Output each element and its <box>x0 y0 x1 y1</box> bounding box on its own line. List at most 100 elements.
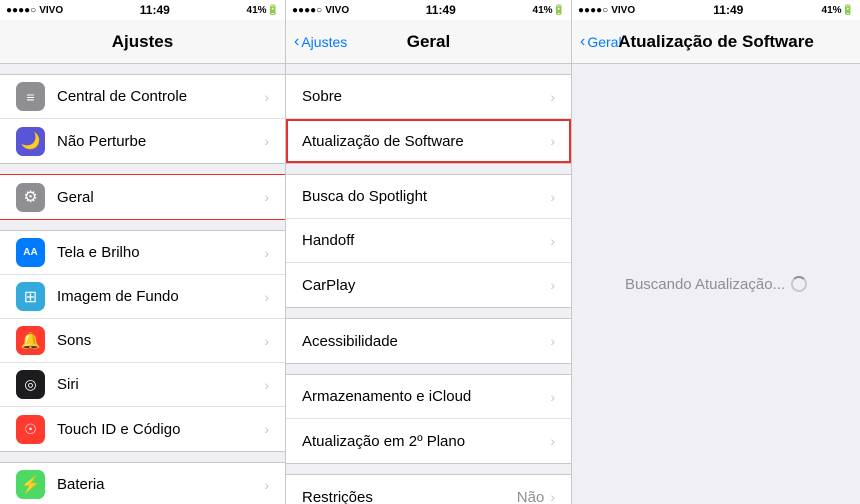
section-armazenamento: Armazenamento e iCloud › Atualização em … <box>286 374 571 464</box>
chevron-icon: › <box>550 489 555 504</box>
chevron-icon: › <box>264 377 269 393</box>
signal-icon-2: ●●●●○ <box>292 5 322 16</box>
chevron-icon: › <box>264 189 269 205</box>
carplay-label: CarPlay <box>302 277 550 294</box>
chevron-icon: › <box>264 333 269 349</box>
back-to-ajustes[interactable]: ‹ Ajustes <box>294 33 347 51</box>
atualizacao-panel: ●●●●○ VIVO 11:49 41%🔋 ‹ Geral Atualizaçã… <box>572 0 860 504</box>
list-item-central-controle[interactable]: ≡ Central de Controle › <box>0 75 285 119</box>
back-to-geral[interactable]: ‹ Geral <box>580 33 622 51</box>
carrier-1: VIVO <box>39 5 63 16</box>
section-sobre: Sobre › Atualização de Software › <box>286 74 571 164</box>
touchid-icon: ☉ <box>16 415 45 444</box>
section-bateria: ⚡ Bateria › ✋ Privacidade › <box>0 462 285 504</box>
nav-title-2: Geral <box>407 32 450 52</box>
chevron-icon: › <box>550 389 555 405</box>
time-2: 11:49 <box>426 3 456 17</box>
armazenamento-label: Armazenamento e iCloud <box>302 388 550 405</box>
atualizacao-plano-label: Atualização em 2º Plano <box>302 433 550 450</box>
spacer <box>0 64 285 74</box>
carrier-3: VIVO <box>611 5 635 16</box>
list-item-geral[interactable]: ⚙ Geral › <box>0 175 285 219</box>
tela-brilho-icon: AA <box>16 238 45 267</box>
loading-text: Buscando Atualização... <box>625 276 785 293</box>
list-item-armazenamento[interactable]: Armazenamento e iCloud › <box>286 375 571 419</box>
spotlight-label: Busca do Spotlight <box>302 188 550 205</box>
restricoes-label: Restrições <box>302 489 517 504</box>
imagem-fundo-icon: ⊞ <box>16 282 45 311</box>
chevron-icon: › <box>550 189 555 205</box>
chevron-icon: › <box>550 333 555 349</box>
list-item-carplay[interactable]: CarPlay › <box>286 263 571 307</box>
chevron-icon: › <box>264 89 269 105</box>
sons-label: Sons <box>57 332 264 349</box>
list-item-restricoes[interactable]: Restrições Não › <box>286 475 571 504</box>
nav-bar-2: ‹ Ajustes Geral <box>286 20 571 64</box>
bateria-label: Bateria <box>57 476 264 493</box>
carrier-2: VIVO <box>325 5 349 16</box>
chevron-icon: › <box>264 289 269 305</box>
chevron-icon: › <box>264 477 269 493</box>
time-3: 11:49 <box>713 3 743 17</box>
geral-label: Geral <box>57 189 264 206</box>
back-label-geral: Geral <box>587 34 621 50</box>
imagem-fundo-label: Imagem de Fundo <box>57 288 264 305</box>
siri-icon: ◎ <box>16 370 45 399</box>
spacer <box>286 164 571 174</box>
list-item-handoff[interactable]: Handoff › <box>286 219 571 263</box>
list-item-acessibilidade[interactable]: Acessibilidade › <box>286 319 571 363</box>
geral-scroll[interactable]: Sobre › Atualização de Software › Busca … <box>286 64 571 504</box>
battery-1: 41%🔋 <box>247 5 279 16</box>
ajustes-scroll[interactable]: ≡ Central de Controle › 🌙 Não Perturbe ›… <box>0 64 285 504</box>
chevron-icon: › <box>264 421 269 437</box>
chevron-icon: › <box>550 277 555 293</box>
spacer <box>286 308 571 318</box>
back-chevron-icon-3: ‹ <box>580 33 585 51</box>
spacer <box>286 364 571 374</box>
list-item-tela-brilho[interactable]: AA Tela e Brilho › <box>0 231 285 275</box>
chevron-icon: › <box>264 133 269 149</box>
sons-icon: 🔔 <box>16 326 45 355</box>
list-item-touchid[interactable]: ☉ Touch ID e Código › <box>0 407 285 451</box>
section-display: AA Tela e Brilho › ⊞ Imagem de Fundo › 🔔… <box>0 230 285 452</box>
time-1: 11:49 <box>140 3 170 17</box>
bateria-icon: ⚡ <box>16 470 45 499</box>
ajustes-panel: ●●●●○ VIVO 11:49 41%🔋 Ajustes ≡ Central … <box>0 0 286 504</box>
status-left-1: ●●●●○ VIVO <box>6 5 63 16</box>
sobre-label: Sobre <box>302 88 550 105</box>
section-geral: ⚙ Geral › <box>0 174 285 220</box>
central-controle-icon: ≡ <box>16 82 45 111</box>
spinner-icon <box>791 276 807 292</box>
status-left-2: ●●●●○ VIVO <box>292 5 349 16</box>
list-item-sons[interactable]: 🔔 Sons › <box>0 319 285 363</box>
list-item-imagem-fundo[interactable]: ⊞ Imagem de Fundo › <box>0 275 285 319</box>
chevron-icon: › <box>550 89 555 105</box>
status-right-2: 41%🔋 <box>533 5 565 16</box>
geral-icon: ⚙ <box>16 183 45 212</box>
status-right-3: 41%🔋 <box>822 5 854 16</box>
list-item-siri[interactable]: ◎ Siri › <box>0 363 285 407</box>
list-item-nao-perturbe[interactable]: 🌙 Não Perturbe › <box>0 119 285 163</box>
spacer <box>0 164 285 174</box>
battery-3: 41%🔋 <box>822 5 854 16</box>
chevron-icon: › <box>264 245 269 261</box>
signal-icon-3: ●●●●○ <box>578 5 608 16</box>
spacer <box>286 464 571 474</box>
spacer <box>286 64 571 74</box>
status-bar-3: ●●●●○ VIVO 11:49 41%🔋 <box>572 0 860 20</box>
touchid-label: Touch ID e Código <box>57 421 264 438</box>
nav-bar-3: ‹ Geral Atualização de Software <box>572 20 860 64</box>
tela-brilho-label: Tela e Brilho <box>57 244 264 261</box>
signal-icon-1: ●●●●○ <box>6 5 36 16</box>
list-item-bateria[interactable]: ⚡ Bateria › <box>0 463 285 504</box>
handoff-label: Handoff <box>302 232 550 249</box>
status-left-3: ●●●●○ VIVO <box>578 5 635 16</box>
list-item-sobre[interactable]: Sobre › <box>286 75 571 119</box>
chevron-icon: › <box>550 133 555 149</box>
list-item-atualizacao[interactable]: Atualização de Software › <box>286 119 571 163</box>
loading-area: Buscando Atualização... <box>572 64 860 504</box>
list-item-spotlight[interactable]: Busca do Spotlight › <box>286 175 571 219</box>
restricoes-value: Não <box>517 489 545 504</box>
list-item-atualizacao-plano[interactable]: Atualização em 2º Plano › <box>286 419 571 463</box>
spacer <box>0 452 285 462</box>
